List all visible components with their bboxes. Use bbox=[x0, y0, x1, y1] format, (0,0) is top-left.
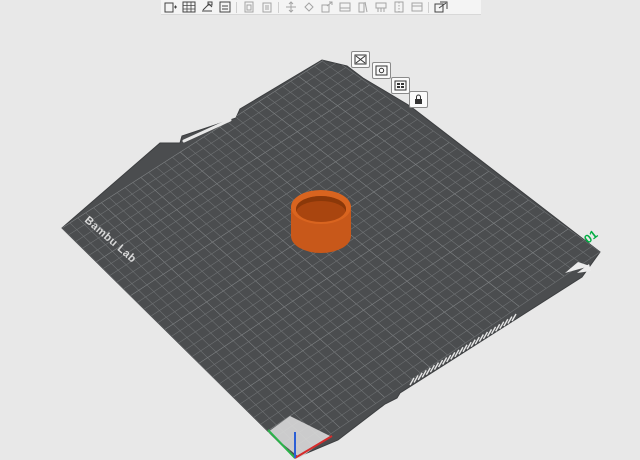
build-plate-scene[interactable]: Bambu Lab 01 bbox=[0, 0, 640, 460]
lock-plate-icon bbox=[415, 94, 422, 104]
cut-button[interactable] bbox=[355, 1, 370, 14]
add-plate-icon bbox=[219, 1, 230, 13]
lay-on-face-icon bbox=[339, 2, 350, 12]
rotate-icon bbox=[303, 2, 314, 12]
add-plate-button[interactable] bbox=[217, 1, 232, 14]
toolbar-separator bbox=[428, 1, 429, 13]
rotate-button[interactable] bbox=[301, 1, 316, 14]
add-object-icon bbox=[164, 2, 177, 13]
support-paint-icon bbox=[375, 2, 386, 12]
scale-icon bbox=[321, 1, 332, 13]
delete-button[interactable] bbox=[259, 1, 274, 14]
move-button[interactable] bbox=[283, 1, 298, 14]
arrange-grid-button[interactable] bbox=[181, 1, 196, 14]
arrange-grid-icon bbox=[182, 1, 195, 13]
assembly-icon bbox=[434, 1, 447, 13]
plate-settings-button[interactable] bbox=[372, 62, 391, 79]
orient-button[interactable] bbox=[199, 1, 214, 14]
toolbar-separator bbox=[236, 1, 237, 13]
seam-paint-icon bbox=[394, 1, 403, 13]
lay-on-face-button[interactable] bbox=[337, 1, 352, 14]
toolbar-separator bbox=[278, 1, 279, 13]
arrange-plate-button[interactable] bbox=[391, 77, 410, 94]
main-toolbar bbox=[161, 0, 481, 15]
build-plate bbox=[61, 59, 601, 459]
measure-button[interactable] bbox=[409, 1, 424, 14]
measure-icon bbox=[411, 2, 422, 12]
close-plate-button[interactable] bbox=[351, 51, 370, 68]
scale-button[interactable] bbox=[319, 1, 334, 14]
copy-button[interactable] bbox=[241, 1, 256, 14]
lock-plate-button[interactable] bbox=[409, 91, 428, 108]
support-paint-button[interactable] bbox=[373, 1, 388, 14]
add-object-button[interactable] bbox=[163, 1, 178, 14]
seam-paint-button[interactable] bbox=[391, 1, 406, 14]
close-plate-icon bbox=[354, 54, 367, 65]
plate-settings-icon bbox=[375, 65, 388, 76]
model-cylinder[interactable] bbox=[291, 190, 351, 253]
cut-icon bbox=[358, 1, 367, 13]
arrange-plate-icon bbox=[394, 80, 407, 91]
delete-icon bbox=[262, 2, 271, 13]
copy-icon bbox=[244, 1, 253, 13]
orient-icon bbox=[201, 1, 212, 12]
assembly-button[interactable] bbox=[433, 1, 448, 14]
3d-viewport[interactable]: Bambu Lab 01 bbox=[0, 0, 640, 460]
move-icon bbox=[285, 1, 296, 13]
